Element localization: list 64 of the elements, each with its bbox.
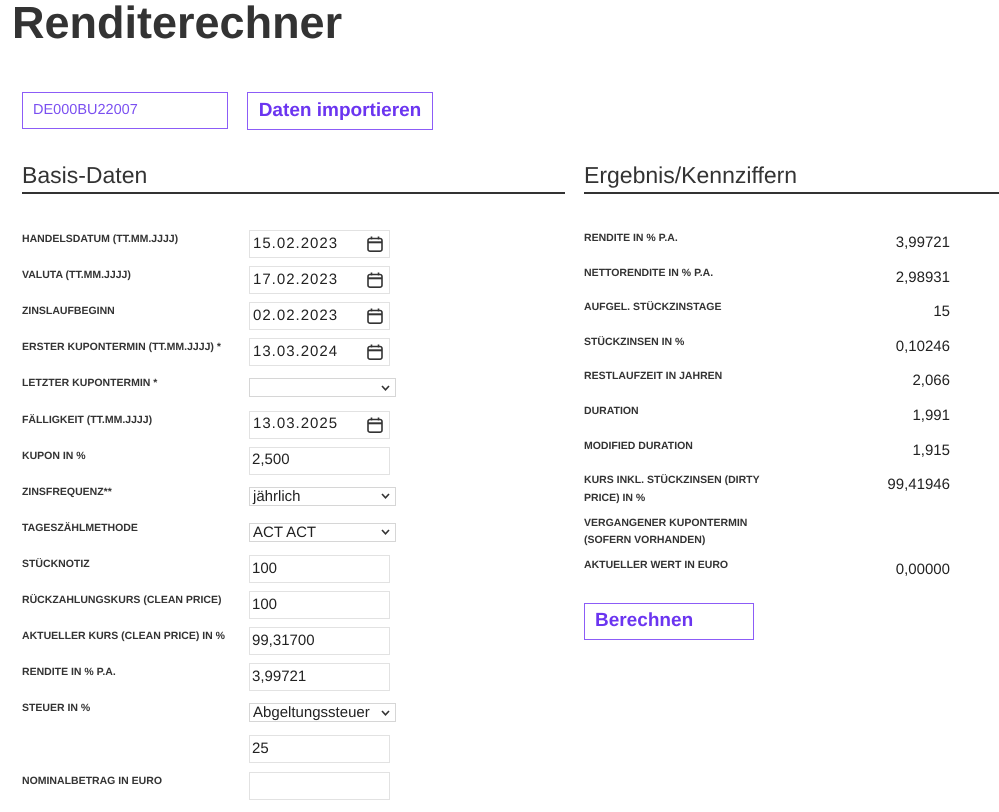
result-value: 15 <box>933 302 950 322</box>
result-label: AUFGEL. STÜCKZINSTAGE <box>584 300 722 316</box>
chevron-down-icon <box>381 384 390 391</box>
field-label: LETZTER KUPONTERMIN * <box>22 376 158 392</box>
result-value: 0,10246 <box>896 336 950 357</box>
field-label: AKTUELLER KURS (CLEAN PRICE) IN % <box>22 629 226 644</box>
chevron-down-icon <box>381 529 390 536</box>
field-label: NOMINALBETRAG IN EURO <box>22 774 163 788</box>
field-label: RENDITE IN % P.A. <box>22 665 117 680</box>
field-label: ERSTER KUPONTERMIN (TT.MM.JJJJ) * <box>22 340 222 356</box>
field-label: FÄLLIGKEIT (TT.MM.JJJJ) <box>22 412 154 428</box>
section-title: Basis-Daten <box>22 162 148 190</box>
import-button[interactable]: Daten importieren <box>247 92 433 130</box>
date-field[interactable]: 02.02.2023 <box>249 302 390 330</box>
result-value: 0,00000 <box>896 560 950 580</box>
field-label: HANDELSDATUM (TT.MM.JJJJ) <box>22 232 180 248</box>
date-field[interactable]: 17.02.2023 <box>249 266 390 294</box>
calendar-icon[interactable] <box>367 272 383 288</box>
field-label: VALUTA (TT.MM.JJJJ) <box>22 268 132 284</box>
text-field[interactable]: 25 <box>249 735 390 764</box>
date-field[interactable]: 13.03.2025 <box>249 410 390 439</box>
field-label: STÜCKNOTIZ <box>22 556 91 572</box>
chevron-down-icon <box>381 493 390 500</box>
result-label: NETTORENDITE IN % P.A. <box>584 266 714 281</box>
text-field[interactable]: 2,500 <box>249 446 390 475</box>
calendar-icon[interactable] <box>367 416 383 433</box>
result-label: DURATION <box>584 404 640 420</box>
result-value: 2,066 <box>912 371 950 392</box>
result-value: 1,991 <box>912 406 950 426</box>
calendar-icon[interactable] <box>367 344 383 360</box>
text-field[interactable]: 3,99721 <box>249 663 390 692</box>
isin-field[interactable]: DE000BU22007 <box>22 92 228 129</box>
dropdown[interactable]: Abgeltungssteuer <box>249 703 396 722</box>
field-label: STEUER IN % <box>22 701 92 716</box>
result-value: 2,98931 <box>896 268 950 288</box>
page-title: Renditerechner <box>11 0 344 45</box>
calculate-button[interactable]: Berechnen <box>584 602 754 640</box>
date-field[interactable]: 13.03.2024 <box>249 338 390 366</box>
section-title: Ergebnis/Kennziffern <box>584 162 798 190</box>
result-label: RESTLAUFZEIT IN JAHREN <box>584 369 724 384</box>
text-field[interactable]: 100 <box>249 554 390 583</box>
text-field[interactable]: 99,31700 <box>249 627 390 656</box>
text-field[interactable] <box>249 772 390 800</box>
result-value: 1,915 <box>912 440 950 461</box>
result-label: VERGANGENER KUPONTERMIN (SOFERN VORHANDEN) <box>584 516 748 548</box>
field-label: ZINSLAUFBEGINN <box>22 304 116 320</box>
field-label: KUPON IN % <box>22 448 87 464</box>
calendar-icon[interactable] <box>367 308 383 324</box>
field-label: ZINSFREQUENZ** <box>22 484 113 500</box>
calendar-icon[interactable] <box>367 236 383 252</box>
field-label: TAGESZÄHLMETHODE <box>22 520 139 536</box>
dropdown[interactable]: ACT ACT <box>249 522 396 542</box>
chevron-down-icon <box>381 710 390 716</box>
result-label: RENDITE IN % P.A. <box>584 231 679 246</box>
result-label: MODIFIED DURATION <box>584 438 694 454</box>
result-label: KURS INKL. STÜCKZINSEN (DIRTY PRICE) IN % <box>584 473 760 506</box>
result-label: STÜCKZINSEN IN % <box>584 334 686 350</box>
dropdown[interactable]: jährlich <box>249 486 396 506</box>
result-value: 3,99721 <box>896 233 950 254</box>
result-label: AKTUELLER WERT IN EURO <box>584 558 730 574</box>
field-label: RÜCKZAHLUNGSKURS (CLEAN PRICE) <box>22 593 222 608</box>
text-field[interactable]: 100 <box>249 591 390 620</box>
result-value: 99,41946 <box>887 475 950 496</box>
date-field[interactable]: 15.02.2023 <box>249 230 390 258</box>
